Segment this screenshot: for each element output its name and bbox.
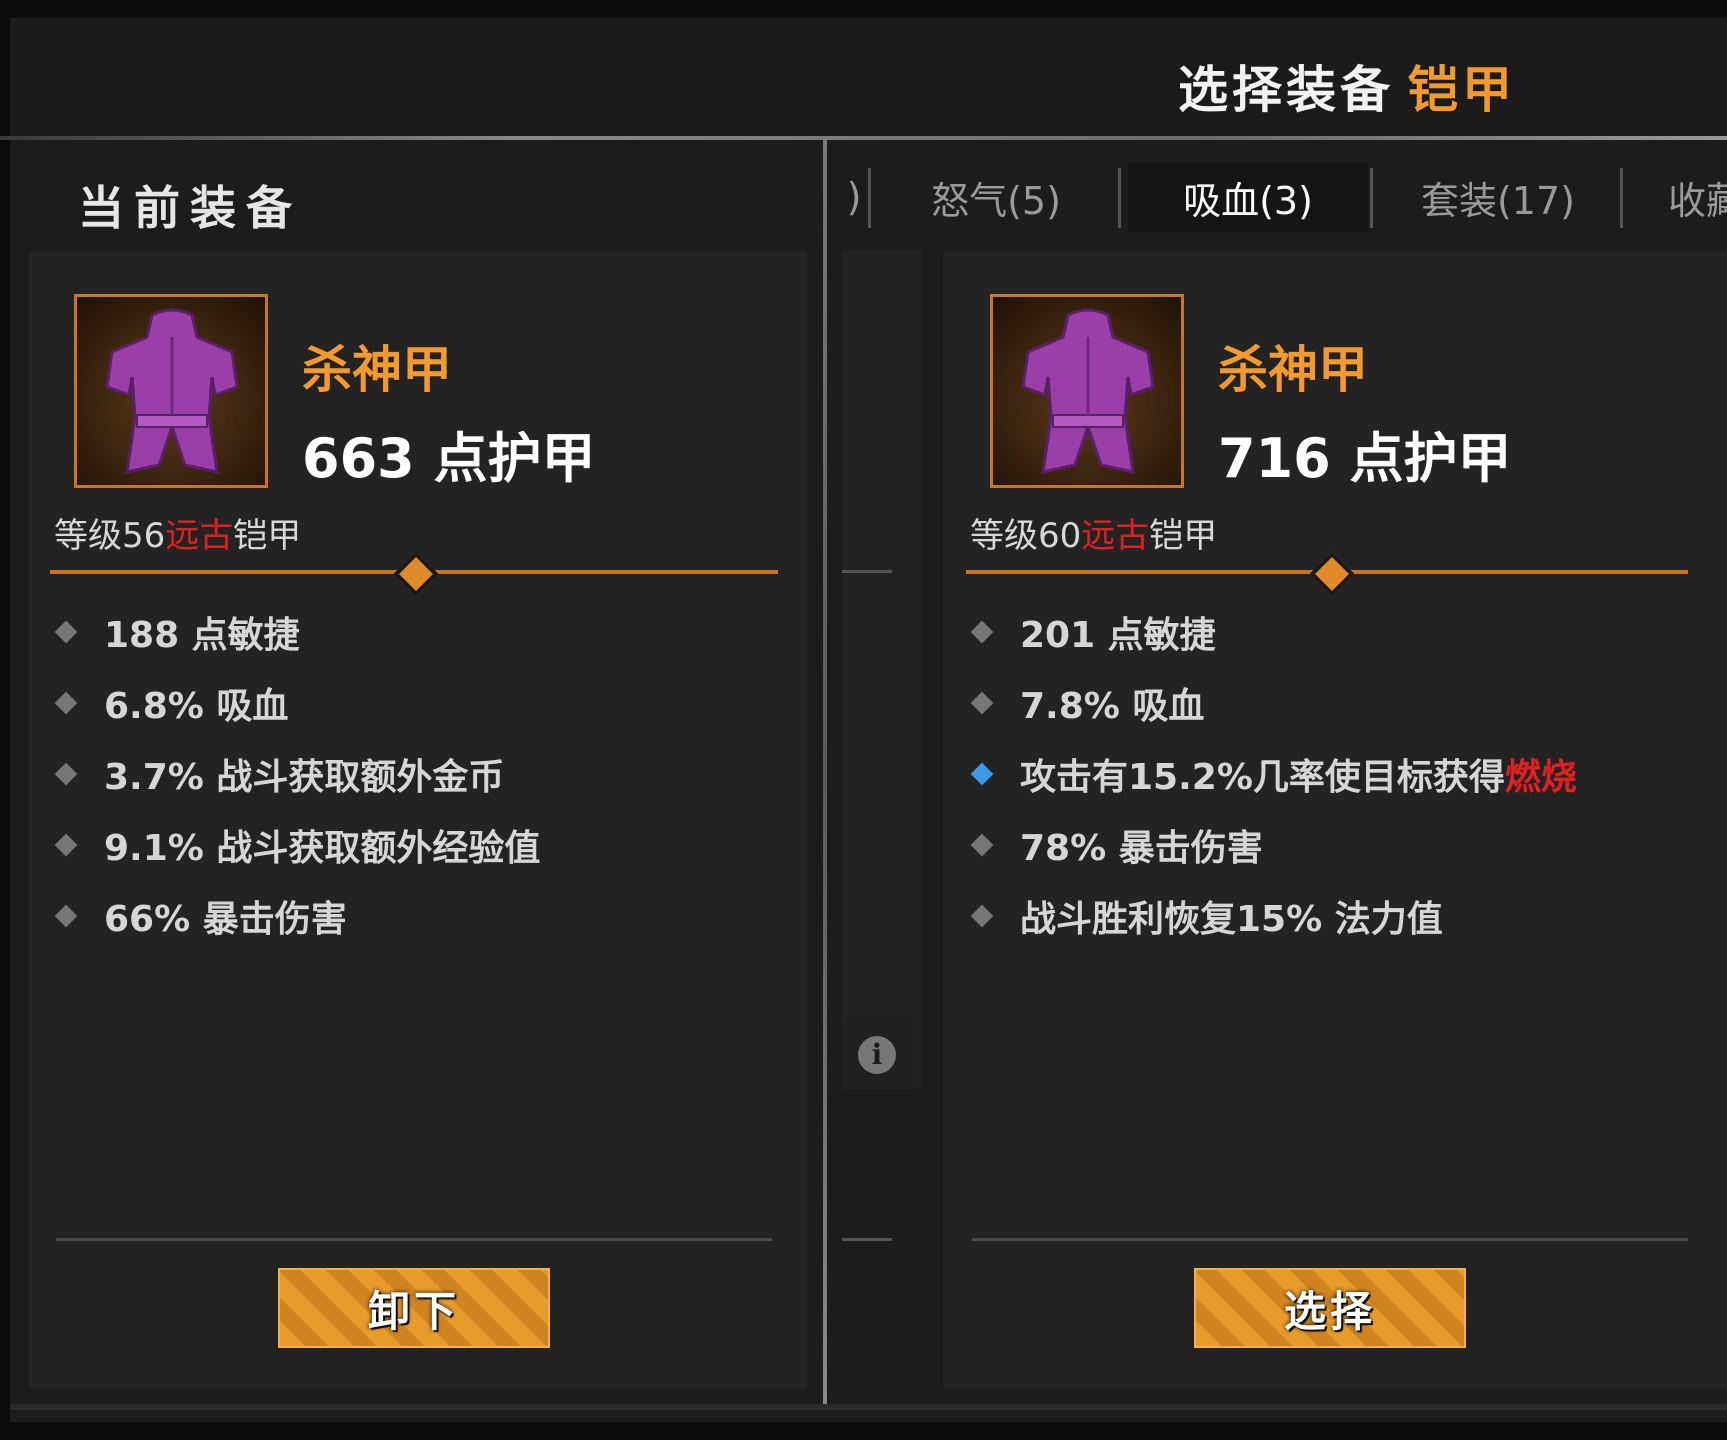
current-item-type: 铠甲: [233, 516, 302, 556]
candidate-item-armor: 716 点护甲: [1218, 427, 1512, 490]
stat-bullet-icon: [54, 904, 78, 928]
bottom-rule: [10, 1404, 1727, 1410]
tab-favorites[interactable]: 收藏: [1628, 162, 1727, 232]
tab-partial[interactable]: ): [842, 162, 866, 232]
candidate-item-rarity: 远古: [1081, 516, 1150, 556]
current-item-icon[interactable]: [74, 294, 268, 488]
header-divider: [0, 136, 1727, 140]
tab-separator: [1118, 168, 1121, 228]
stat-bullet-icon: [970, 833, 994, 857]
candidate-stat-3-special: 攻击有15.2%几率使目标获得 燃烧: [970, 748, 1577, 800]
stat-bullet-icon: [970, 904, 994, 928]
special-bullet-icon: [970, 762, 994, 786]
panel-divider: [823, 138, 827, 1406]
current-item-rarity: 远古: [165, 516, 234, 556]
current-stat-5: 66% 暴击伤害: [54, 890, 347, 942]
current-stat-2: 6.8% 吸血: [54, 677, 288, 729]
side-strip-rule: [842, 1238, 892, 1241]
candidate-stat-4: 78% 暴击伤害: [970, 819, 1263, 871]
side-strip-rule: [842, 570, 892, 573]
title-text: 选择装备: [1178, 61, 1394, 119]
candidate-item-icon[interactable]: [990, 294, 1184, 488]
tab-lifesteal[interactable]: 吸血(3): [1128, 162, 1368, 232]
candidate-stat-2: 7.8% 吸血: [970, 677, 1204, 729]
tab-set[interactable]: 套装(17): [1378, 162, 1618, 232]
select-button[interactable]: 选择: [1194, 1268, 1466, 1348]
candidate-stat-5: 战斗胜利恢复15% 法力值: [970, 890, 1443, 942]
stat-bullet-icon: [54, 833, 78, 857]
current-item-level: 等级56: [54, 516, 166, 556]
purple-armor-icon: [105, 308, 239, 474]
current-item-armor: 663 点护甲: [302, 427, 596, 490]
tab-rage[interactable]: 怒气(5): [876, 162, 1116, 232]
title-accent: 铠甲: [1408, 61, 1516, 119]
candidate-item-level: 等级60: [970, 516, 1082, 556]
current-stat-3: 3.7% 战斗获取额外金币: [54, 748, 504, 800]
stat-bullet-icon: [54, 762, 78, 786]
stat-bullet-icon: [970, 620, 994, 644]
current-item-meta: 等级56远古铠甲: [54, 508, 301, 557]
stat-bullet-icon: [54, 620, 78, 644]
current-item-name: 杀神甲: [302, 341, 452, 399]
current-stat-4: 9.1% 战斗获取额外经验值: [54, 819, 540, 871]
candidate-item-meta: 等级60远古铠甲: [970, 508, 1217, 557]
side-strip: [842, 250, 922, 1088]
current-stat-1: 188 点敏捷: [54, 606, 300, 658]
candidate-stat-1: 201 点敏捷: [970, 606, 1216, 658]
stat-bullet-icon: [54, 691, 78, 715]
info-button[interactable]: i: [842, 1020, 912, 1090]
current-bottom-rule: [56, 1238, 772, 1241]
tab-separator: [868, 168, 871, 228]
tab-separator: [1620, 168, 1623, 228]
candidate-item-name: 杀神甲: [1218, 341, 1368, 399]
page-title: 选择装备 铠甲: [1178, 50, 1516, 122]
purple-armor-icon: [1021, 308, 1155, 474]
stat-bullet-icon: [970, 691, 994, 715]
unequip-button[interactable]: 卸下: [278, 1268, 550, 1348]
candidate-item-type: 铠甲: [1149, 516, 1218, 556]
candidate-bottom-rule: [972, 1238, 1688, 1241]
tab-separator: [1370, 168, 1373, 228]
current-equipment-label: 当前装备: [78, 181, 302, 235]
info-icon: i: [858, 1036, 896, 1074]
